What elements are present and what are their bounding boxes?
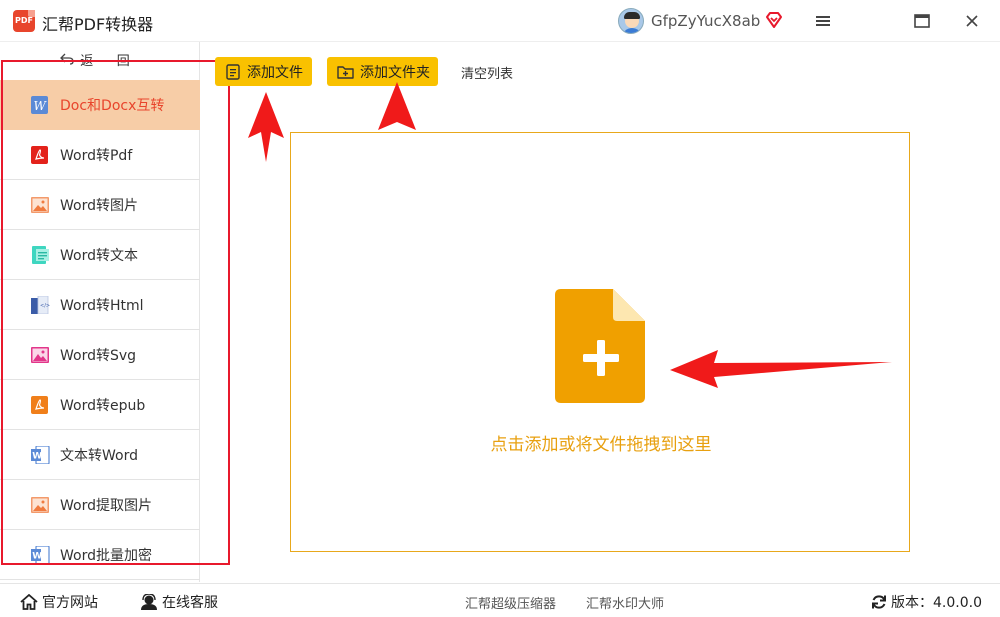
sidebar-item-label: Word转Html: [60, 297, 144, 314]
sidebar: 返 回 W Doc和Docx互转 Word转Pdf Word转图片 Word转文…: [0, 42, 200, 582]
avatar[interactable]: [618, 8, 644, 34]
svg-image-icon: [31, 346, 49, 363]
file-dropzone[interactable]: 点击添加或将文件拖拽到这里: [290, 132, 910, 552]
word-icon: W: [31, 545, 50, 564]
official-site-link[interactable]: 官方网站: [20, 592, 98, 612]
annotation-arrow-add-file: [248, 92, 284, 162]
close-icon[interactable]: [957, 6, 987, 36]
vip-diamond-icon[interactable]: [765, 11, 783, 29]
sidebar-item-word-text[interactable]: Word转文本: [0, 230, 200, 280]
promo-watermark-link[interactable]: 汇帮水印大师: [586, 593, 664, 612]
add-file-big-icon: [555, 289, 645, 403]
app-title: 汇帮PDF转换器: [42, 15, 154, 34]
online-support-label: 在线客服: [162, 595, 218, 611]
sidebar-item-label: Word批量加密: [60, 547, 152, 564]
back-button[interactable]: 返 回: [0, 42, 200, 80]
sidebar-item-label: Word转图片: [60, 197, 138, 214]
svg-text:W: W: [32, 551, 42, 561]
sidebar-item-word-svg[interactable]: Word转Svg: [0, 330, 200, 380]
epub-icon: [31, 395, 48, 414]
add-folder-button[interactable]: 添加文件夹: [327, 57, 438, 86]
svg-text:W: W: [32, 451, 42, 461]
online-support-link[interactable]: 在线客服: [140, 592, 218, 612]
sidebar-item-text-word[interactable]: W 文本转Word: [0, 430, 200, 480]
image-icon: [31, 196, 49, 213]
promo-compressor-link[interactable]: 汇帮超级压缩器: [465, 593, 556, 612]
official-site-label: 官方网站: [42, 595, 98, 611]
refresh-icon: [872, 595, 886, 609]
sidebar-item-label: Doc和Docx互转: [60, 97, 165, 114]
html-icon: </>: [31, 295, 50, 314]
sidebar-item-word-image[interactable]: Word转图片: [0, 180, 200, 230]
sidebar-item-label: 文本转Word: [60, 447, 138, 464]
sidebar-item-label: Word转epub: [60, 397, 146, 414]
word-doc-icon: W: [31, 95, 48, 114]
sidebar-item-label: Word转文本: [60, 247, 138, 264]
add-folder-icon: [337, 65, 354, 79]
add-file-label: 添加文件: [247, 64, 303, 81]
sidebar-item-doc-docx[interactable]: W Doc和Docx互转: [0, 80, 200, 130]
add-file-icon: [226, 63, 240, 80]
sidebar-item-word-encrypt[interactable]: W Word批量加密: [0, 530, 200, 580]
back-arrow-icon: [60, 42, 74, 80]
app-logo-text: PDF: [15, 16, 33, 25]
sidebar-item-label: Word提取图片: [60, 497, 152, 514]
clear-list-button[interactable]: 清空列表: [461, 63, 513, 82]
nav-list: W Doc和Docx互转 Word转Pdf Word转图片 Word转文本 </…: [0, 80, 200, 580]
pdf-icon: [31, 145, 48, 164]
annotation-arrow-add-folder: [378, 82, 416, 130]
title-bar: PDF 汇帮PDF转换器 GfpZyYucX8ab: [0, 0, 1000, 42]
version-info[interactable]: 版本：4.0.0.0: [871, 592, 982, 612]
sidebar-item-word-extract-image[interactable]: Word提取图片: [0, 480, 200, 530]
svg-text:</>: </>: [40, 303, 50, 309]
bottom-bar: 官方网站 在线客服 汇帮超级压缩器 汇帮水印大师 版本：4.0.0.0: [0, 583, 1000, 617]
add-folder-label: 添加文件夹: [360, 64, 430, 81]
sidebar-item-word-pdf[interactable]: Word转Pdf: [0, 130, 200, 180]
sidebar-item-label: Word转Pdf: [60, 147, 133, 164]
add-file-button[interactable]: 添加文件: [215, 57, 312, 86]
menu-icon[interactable]: [808, 6, 838, 36]
sidebar-item-label: Word转Svg: [60, 347, 137, 364]
version-label: 版本：4.0.0.0: [891, 595, 982, 611]
support-agent-icon: [141, 594, 157, 610]
text-file-icon: [32, 245, 49, 264]
back-label: 返 回: [80, 53, 140, 68]
image-icon: [31, 496, 49, 513]
home-icon: [20, 594, 38, 610]
sidebar-item-word-epub[interactable]: Word转epub: [0, 380, 200, 430]
sidebar-item-word-html[interactable]: </> Word转Html: [0, 280, 200, 330]
svg-text:W: W: [34, 99, 48, 113]
username[interactable]: GfpZyYucX8ab: [651, 12, 760, 30]
maximize-icon[interactable]: [907, 6, 937, 36]
dropzone-hint: 点击添加或将文件拖拽到这里: [490, 435, 712, 455]
app-logo-icon: PDF: [13, 10, 35, 32]
word-icon: W: [31, 445, 50, 464]
